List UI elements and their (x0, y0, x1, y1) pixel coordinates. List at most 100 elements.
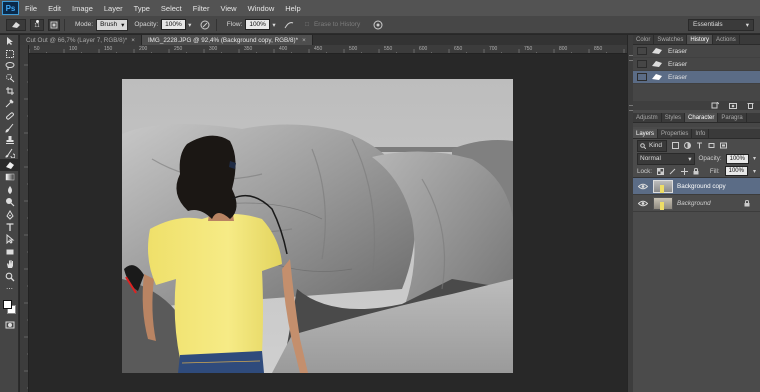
tool-marquee[interactable] (0, 47, 19, 59)
history-brush-source-checkbox[interactable] (637, 73, 647, 81)
mode-dropdown[interactable]: Brush ▾ (96, 18, 129, 31)
thumbnail-figure (660, 201, 664, 210)
tool-path-select[interactable] (0, 233, 19, 245)
document-image[interactable] (122, 79, 513, 373)
lock-position-icon[interactable] (681, 167, 689, 175)
tab-properties[interactable]: Properties (658, 129, 693, 138)
eye-visibility-icon[interactable] (638, 200, 648, 207)
zoom-icon (5, 272, 14, 282)
history-brush-source-checkbox[interactable] (637, 60, 647, 68)
layer-kind-filter[interactable]: Kind (637, 139, 667, 152)
pressure-size-button[interactable] (371, 19, 385, 31)
tab-swatches[interactable]: Swatches (654, 35, 688, 44)
tab-styles[interactable]: Styles (662, 113, 686, 122)
lock-transparent-icon[interactable] (657, 167, 665, 175)
airbrush-button[interactable] (282, 19, 296, 31)
menu-window[interactable]: Window (248, 4, 275, 13)
tab-info[interactable]: Info (692, 129, 710, 138)
tab-actions[interactable]: Actions (713, 35, 740, 44)
tool-type[interactable] (0, 221, 19, 233)
menu-type[interactable]: Type (134, 4, 150, 13)
color-swatches[interactable] (0, 297, 18, 319)
tool-dodge[interactable] (0, 196, 19, 208)
filter-shape-icon[interactable] (708, 142, 715, 149)
trash-icon[interactable] (747, 102, 754, 109)
filter-adjustment-icon[interactable] (684, 142, 691, 149)
tab-color[interactable]: Color (633, 35, 655, 44)
camera-icon[interactable] (729, 102, 737, 109)
workspace-switcher[interactable]: Essentials ▾ (688, 18, 754, 31)
tool-crop[interactable] (0, 85, 19, 97)
quick-mask-button[interactable] (0, 319, 19, 331)
eye-visibility-icon[interactable] (638, 183, 648, 190)
tab-character[interactable]: Character (685, 113, 719, 122)
new-document-from-state-icon[interactable] (711, 102, 719, 109)
chevron-down-icon[interactable]: ▾ (753, 155, 756, 162)
brush-size-picker[interactable]: 11 (30, 18, 44, 31)
lock-image-icon[interactable] (669, 168, 676, 175)
tool-preset-picker[interactable] (6, 18, 26, 31)
tab-history[interactable]: History (687, 35, 714, 44)
tool-zoom[interactable] (0, 270, 19, 282)
layer-opacity-field[interactable]: 100% (725, 153, 749, 164)
menu-help[interactable]: Help (285, 4, 300, 13)
filter-type-icon[interactable] (696, 142, 703, 149)
pressure-opacity-button[interactable] (198, 19, 212, 31)
menu-view[interactable]: View (220, 4, 236, 13)
filter-pixel-icon[interactable] (672, 142, 679, 149)
menu-edit[interactable]: Edit (48, 4, 61, 13)
brush-panel-toggle[interactable] (48, 18, 60, 31)
lock-all-icon[interactable] (693, 167, 699, 175)
layer-name[interactable]: Background (677, 200, 711, 207)
tool-quick-select[interactable] (0, 72, 19, 84)
tool-healing[interactable] (0, 109, 19, 121)
tool-move[interactable] (0, 35, 19, 47)
opacity-field[interactable]: 100% (161, 19, 186, 30)
tool-gradient[interactable] (0, 171, 19, 183)
filter-smart-object-icon[interactable] (720, 142, 727, 149)
opacity-slider-toggle[interactable]: ▾ (186, 19, 194, 31)
history-item-selected[interactable]: Eraser (633, 71, 760, 84)
tool-brush[interactable] (0, 122, 19, 134)
tab-img-2228[interactable]: IMG_2228.JPG @ 92,4% (Background copy, R… (141, 35, 313, 45)
tool-blur[interactable] (0, 184, 19, 196)
tool-pen[interactable] (0, 208, 19, 220)
tool-hand[interactable] (0, 258, 19, 270)
tab-paragraph[interactable]: Paragra (718, 113, 747, 122)
chevron-down-icon[interactable]: ▾ (753, 168, 756, 175)
tool-clone-stamp[interactable] (0, 134, 19, 146)
history-panel-tabs: Color Swatches History Actions (633, 35, 760, 45)
layer-name[interactable]: Background copy (677, 183, 726, 190)
eraser-icon (652, 48, 662, 54)
history-item[interactable]: Eraser (633, 45, 760, 58)
tool-more[interactable]: ⋯ (0, 283, 19, 295)
erase-history-checkbox[interactable]: □ (302, 19, 312, 31)
close-icon[interactable]: × (131, 37, 135, 44)
tools-panel: ⋯ (0, 35, 19, 392)
tab-cut-out[interactable]: Cut Out @ 66,7% (Layer 7, RGB/8) * × (20, 35, 142, 45)
tool-history-brush[interactable] (0, 147, 19, 159)
menu-file[interactable]: File (25, 4, 37, 13)
history-brush-source-checkbox[interactable] (637, 47, 647, 55)
close-icon[interactable]: × (302, 37, 306, 44)
menu-select[interactable]: Select (161, 4, 182, 13)
menu-image[interactable]: Image (72, 4, 93, 13)
blend-mode-dropdown[interactable]: Normal ▾ (637, 152, 695, 165)
menu-layer[interactable]: Layer (104, 4, 123, 13)
layer-row[interactable]: Background (633, 195, 760, 212)
tool-eraser[interactable] (0, 158, 19, 172)
layer-row-selected[interactable]: Background copy (633, 178, 760, 195)
path-select-icon (6, 234, 14, 245)
canvas-area[interactable] (29, 55, 627, 392)
tab-layers[interactable]: Layers (633, 129, 659, 138)
menu-filter[interactable]: Filter (193, 4, 210, 13)
tool-shape[interactable] (0, 246, 19, 258)
flow-field[interactable]: 100% (245, 19, 270, 30)
tool-eyedropper[interactable] (0, 97, 19, 109)
layer-fill-field[interactable]: 100% (724, 166, 748, 176)
tool-lasso[interactable] (0, 60, 19, 72)
history-item[interactable]: Eraser (633, 58, 760, 71)
foreground-color-swatch[interactable] (3, 300, 12, 310)
flow-slider-toggle[interactable]: ▾ (270, 19, 278, 31)
tab-adjustments[interactable]: Adjustm (633, 113, 662, 122)
